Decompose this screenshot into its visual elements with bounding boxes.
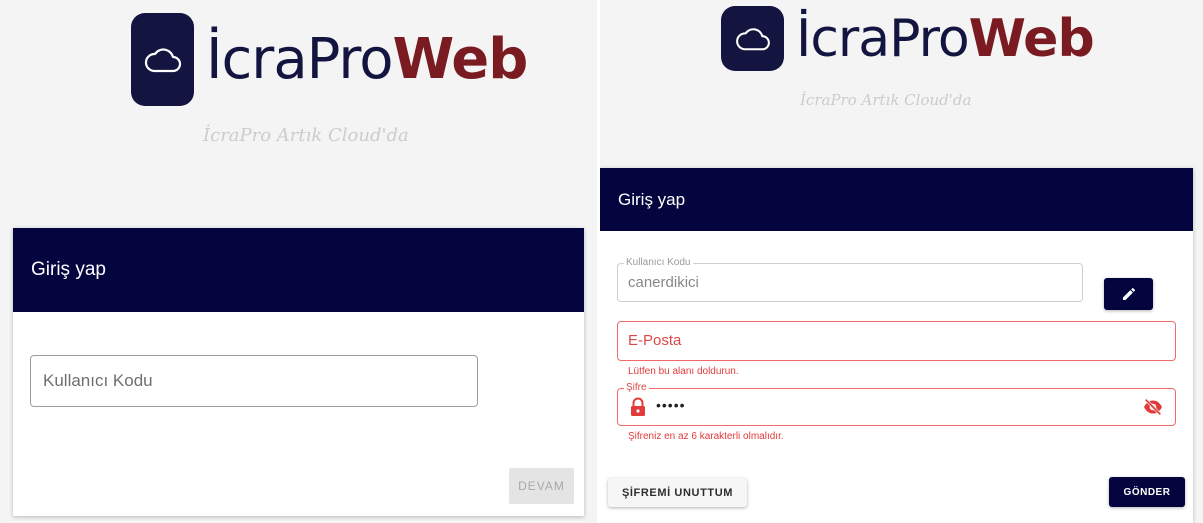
logo-wordmark: İcraProWeb [796,13,1095,65]
email-placeholder: E-Posta [628,332,682,349]
username-value: canerdikici [628,274,699,291]
logo-word-accent: Web [968,8,1095,69]
edit-username-button[interactable] [1104,278,1153,310]
password-error-message: Şifreniz en az 6 karakterli olmalıdır. [628,431,784,442]
continue-button[interactable]: DEVAM [509,468,574,504]
logo-word-accent: Web [392,26,528,92]
send-button[interactable]: GÖNDER [1109,477,1185,507]
tagline: İcraPro Artık Cloud'da [800,91,972,109]
email-error-message: Lütfen bu alanı doldurun. [628,366,739,377]
password-value: ••••• [656,397,686,413]
forgot-password-button[interactable]: ŞİFREMİ UNUTTUM [608,478,747,507]
login-step-one-panel: İcraProWeb İcraPro Artık Cloud'da Giriş … [0,0,597,523]
eye-off-icon[interactable] [1143,398,1163,416]
tagline: İcraPro Artık Cloud'da [203,125,409,146]
card-title: Giriş yap [13,228,584,312]
cloud-icon [144,47,181,72]
login-card: Giriş yap Kullanıcı Kodu DEVAM [13,228,584,516]
logo-badge [131,13,194,106]
password-field[interactable]: Şifre ••••• [617,382,1176,426]
login-step-two-panel: İcraProWeb İcraPro Artık Cloud'da Giriş … [600,0,1203,523]
app-logo: İcraProWeb [721,6,1095,71]
lock-icon [631,397,645,416]
logo-word-primary: İcraPro [796,8,970,69]
username-label: Kullanıcı Kodu [624,257,693,269]
logo-badge [721,6,784,71]
password-label: Şifre [624,382,649,394]
cloud-icon [735,27,770,50]
logo-wordmark: İcraProWeb [206,31,528,88]
card-title: Giriş yap [600,168,1193,231]
email-field[interactable]: E-Posta [617,321,1176,361]
app-logo: İcraProWeb [131,13,528,106]
username-field[interactable]: Kullanıcı Kodu canerdikici [617,257,1083,302]
username-input[interactable]: Kullanıcı Kodu [30,355,478,407]
logo-word-primary: İcraPro [206,26,393,92]
edit-pencil-icon [1122,287,1135,300]
login-card: Giriş yap Kullanıcı Kodu canerdikici E-P… [600,168,1193,523]
